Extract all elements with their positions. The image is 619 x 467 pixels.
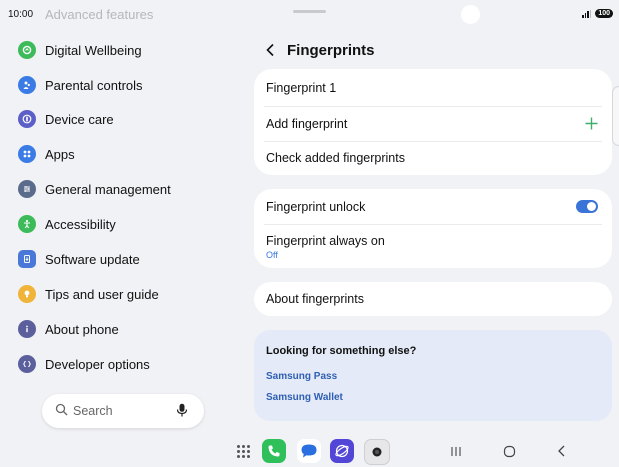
microphone-icon[interactable] [176,403,188,423]
wellbeing-icon [18,41,36,59]
status-icons: 100 [582,9,613,18]
search-icon [55,403,68,421]
fingerprint-unlock-toggle[interactable] [576,200,598,213]
camera-cutout [461,5,480,24]
fingerprint-unlock-row[interactable]: Fingerprint unlock [266,189,600,224]
divider [264,224,602,225]
recent-apps-button[interactable] [448,444,464,458]
fingerprint-settings-card: Fingerprint unlock Fingerprint always on… [254,189,612,268]
samsung-wallet-link[interactable]: Samsung Wallet [266,392,343,403]
sidebar-item-label: Accessibility [45,216,116,232]
check-fingerprints-label: Check added fingerprints [266,151,405,165]
parental-controls-icon [18,76,36,94]
sidebar-item-label: Developer options [45,356,150,372]
sidebar-item-about-phone[interactable]: About phone [18,316,119,342]
sidebar-item-label: Software update [45,251,140,267]
software-update-icon [18,250,36,268]
plus-icon[interactable] [585,117,598,135]
check-fingerprints-row[interactable]: Check added fingerprints [266,141,600,175]
settings-search[interactable]: Search [42,394,204,428]
sidebar-item-label: Tips and user guide [45,286,159,302]
battery-icon: 100 [595,9,613,18]
camera-app-icon[interactable] [364,439,390,465]
info-icon [18,320,36,338]
sidebar-item-label: Digital Wellbeing [45,42,142,58]
fingerprint-unlock-label: Fingerprint unlock [266,199,366,214]
general-management-icon [18,180,36,198]
fingerprint-list-card: Fingerprint 1 Add fingerprint Check adde… [254,69,612,175]
suggestions-title: Looking for something else? [266,345,417,357]
sidebar-item-apps[interactable]: Apps [18,141,75,167]
internet-app-icon[interactable] [330,439,354,463]
fingerprint-always-on-row[interactable]: Fingerprint always on Off [266,234,385,260]
sidebar-item-tips[interactable]: Tips and user guide [18,281,159,307]
fingerprint-always-on-value: Off [266,250,278,260]
signal-icon [582,9,592,18]
messages-app-icon[interactable] [297,439,321,463]
edge-panel-handle[interactable] [612,86,619,146]
suggestions-card: Looking for something else? Samsung Pass… [254,330,612,421]
search-label: Search [73,404,113,418]
samsung-pass-link[interactable]: Samsung Pass [266,371,337,382]
sidebar-item-developer-options[interactable]: Developer options [18,351,150,377]
about-fingerprints-label: About fingerprints [266,292,364,306]
sidebar-item-advanced-features[interactable]: Advanced features [45,7,153,22]
settings-sidebar: Advanced features Digital Wellbeing Pare… [0,0,240,440]
sidebar-item-label: Parental controls [45,77,143,93]
home-button[interactable] [501,444,517,458]
sidebar-item-label: Device care [45,111,114,127]
phone-app-icon[interactable] [262,439,286,463]
sidebar-item-label: Apps [45,146,75,162]
about-fingerprints-card[interactable]: About fingerprints [254,282,612,316]
sidebar-item-device-care[interactable]: Device care [18,106,114,132]
sidebar-item-general-management[interactable]: General management [18,176,171,202]
device-care-icon [18,110,36,128]
sidebar-item-software-update[interactable]: Software update [18,246,140,272]
sidebar-item-label: General management [45,181,171,197]
back-arrow-icon[interactable] [262,42,278,58]
add-fingerprint-label: Add fingerprint [266,117,348,131]
drag-handle[interactable] [293,10,326,13]
fingerprint-always-on-label: Fingerprint always on [266,234,385,248]
developer-options-icon [18,355,36,373]
panel-header: Fingerprints [262,38,375,62]
fingerprint-1-row[interactable]: Fingerprint 1 [266,69,600,107]
add-fingerprint-row[interactable]: Add fingerprint [266,107,600,141]
tips-icon [18,285,36,303]
page-title: Fingerprints [287,41,375,59]
fingerprint-1-label: Fingerprint 1 [266,81,337,95]
sidebar-item-label: About phone [45,321,119,337]
about-fingerprints-row[interactable]: About fingerprints [266,282,600,316]
accessibility-icon [18,215,36,233]
sidebar-item-digital-wellbeing[interactable]: Digital Wellbeing [18,37,142,63]
sidebar-item-accessibility[interactable]: Accessibility [18,211,116,237]
sidebar-item-parental-controls[interactable]: Parental controls [18,72,143,98]
navigation-bar [0,437,619,467]
apps-icon [18,145,36,163]
back-button[interactable] [553,444,569,458]
app-drawer-icon[interactable] [237,445,250,458]
